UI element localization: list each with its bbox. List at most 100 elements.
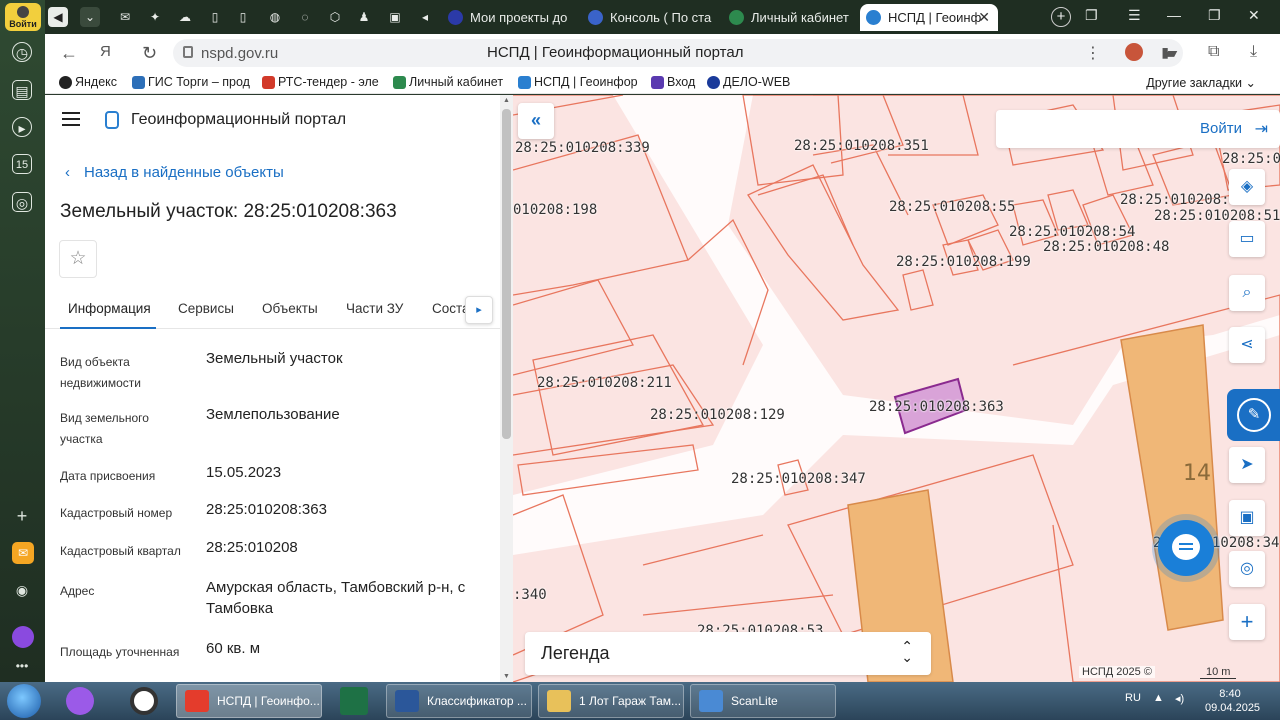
parcel-label[interactable]: :340 (513, 587, 547, 603)
language-indicator[interactable]: RU (1125, 692, 1141, 704)
reload-icon[interactable]: ↻ (142, 43, 157, 64)
mail-icon[interactable]: ✉ (12, 542, 34, 564)
locate-icon[interactable]: ◎ (1229, 551, 1265, 587)
favorite-star-icon[interactable]: ☆ (59, 240, 97, 278)
zoom-in-button[interactable]: + (1229, 604, 1265, 640)
tray-expand-icon[interactable]: ▲ (1153, 692, 1164, 704)
tabs-scroll-right-icon[interactable]: ▸ (465, 296, 493, 324)
parcel-label[interactable]: 28:25:01 (1222, 151, 1280, 167)
yandex-logo-icon[interactable]: Я (100, 43, 111, 60)
mail-tab-icon[interactable]: ✉ (115, 7, 135, 27)
parcel-label[interactable]: 28:25:010208:48 (1043, 239, 1169, 255)
picture-in-picture-icon[interactable]: ▣ (1229, 500, 1265, 536)
tab-parts[interactable]: Части ЗУ (346, 301, 403, 316)
profile-icon[interactable] (1125, 43, 1143, 61)
assistant-tab[interactable]: ✎ (1227, 389, 1280, 441)
legend-dropdown[interactable]: Легенда ⌃ ⌄ (525, 632, 931, 675)
panel-scrollbar[interactable]: ▲ ▼ (500, 95, 513, 682)
scrollbar-thumb[interactable] (502, 109, 511, 439)
more-vertical-icon[interactable]: ⋮ (1085, 43, 1101, 63)
parcel-label[interactable]: 28:25:010208:339 (515, 140, 650, 156)
tab-nspd[interactable]: НСПД | Геоинф ✕ (860, 4, 998, 31)
more-icon[interactable]: ••• (12, 656, 32, 676)
tab-cabinet[interactable]: Личный кабинет (723, 4, 858, 31)
sparkle-tab-icon[interactable]: ✦ (145, 7, 165, 27)
alice-taskbar-icon[interactable] (66, 687, 94, 715)
globe-tab-icon[interactable]: ◌ (295, 7, 315, 27)
volume-icon[interactable]: ◂) (1175, 692, 1184, 705)
alice-icon[interactable] (12, 626, 34, 648)
history-icon[interactable]: ◷ (12, 42, 32, 62)
taskbar-classifier[interactable]: Классификатор ... (386, 684, 532, 718)
layers-icon[interactable]: ◈ (1229, 169, 1265, 205)
restore-icon[interactable]: ❐ (1208, 7, 1221, 24)
clock[interactable]: 8:40 09.04.2025 (1205, 687, 1260, 715)
navigate-icon[interactable]: ➤ (1229, 447, 1265, 483)
target-tab-icon[interactable]: ◍ (265, 7, 285, 27)
parcel-label[interactable]: 28:25:010208:347 (731, 471, 866, 487)
login-avatar-button[interactable]: Войти (5, 3, 41, 31)
audio-tab-icon[interactable]: ◂ (415, 7, 435, 27)
bookmark-login[interactable]: Вход (651, 75, 695, 89)
bookmark-yandex[interactable]: Яндекс (59, 75, 117, 89)
bookmark-rts[interactable]: РТС-тендер - эле (262, 75, 379, 89)
parcel-label[interactable]: 28:25:010208:351 (794, 138, 929, 154)
map-login-button[interactable]: Войти ⇥ (996, 110, 1280, 148)
notes-icon[interactable]: ▤ (12, 80, 32, 100)
back-to-results-link[interactable]: ‹ Назад в найденные объекты (65, 164, 284, 181)
minimize-icon[interactable]: — (1167, 7, 1181, 23)
collapse-panel-button[interactable]: « (518, 103, 554, 139)
screenshot-icon[interactable]: ◎ (12, 192, 32, 212)
browser-menu-icon[interactable]: ☰ (1128, 7, 1141, 24)
close-tab-icon[interactable]: ✕ (978, 4, 990, 31)
bookmark-delo[interactable]: ДЕЛО-WEB (707, 75, 790, 89)
bookmark-nspd[interactable]: НСПД | Геоинфор (518, 75, 638, 89)
add-icon[interactable]: + (12, 506, 32, 526)
tab-services[interactable]: Сервисы (178, 301, 234, 316)
parcel-label-selected[interactable]: 28:25:010208:363 (869, 399, 1004, 415)
parcel-label[interactable]: 28:25:010208:211 (537, 375, 672, 391)
parcel-label[interactable]: 28:25:010208:4 (1120, 192, 1238, 208)
collections-icon[interactable]: ❐ (1085, 7, 1098, 24)
search-area-icon[interactable]: ⌕ (1229, 275, 1265, 311)
tab-objects[interactable]: Объекты (262, 301, 318, 316)
scroll-up-icon[interactable]: ▲ (503, 97, 510, 104)
taskbar-nspd[interactable]: НСПД | Геоинфо... (176, 684, 322, 718)
taskbar-scanlite[interactable]: ScanLite (690, 684, 836, 718)
clip-icon[interactable]: ⧉ (1208, 43, 1219, 61)
cloud-tab-icon[interactable]: ☁ (175, 7, 195, 27)
excel-taskbar-icon[interactable] (340, 687, 368, 715)
parcel-label[interactable]: 010208:198 (513, 202, 597, 218)
person-tab-icon[interactable]: ♟ (354, 7, 374, 27)
tab-projects[interactable]: Мои проекты до (442, 4, 577, 31)
parcel-label[interactable]: 28:25:010208:54 (1009, 224, 1135, 240)
close-window-icon[interactable]: ✕ (1248, 7, 1260, 24)
bookmark-gis[interactable]: ГИС Торги – прод (132, 75, 250, 89)
document-tab-icon-2[interactable]: ▯ (233, 7, 253, 27)
url-field[interactable]: nspd.gov.ru НСПД | Геоинформационный пор… (173, 39, 1183, 67)
download-icon[interactable]: ⤓ (1250, 43, 1257, 61)
bookmark-cabinet[interactable]: Личный кабинет (393, 75, 503, 89)
cadastral-map[interactable]: 28:25:010208:339 28:25:010208:351 010208… (513, 95, 1280, 682)
new-tab-button[interactable]: + (1051, 7, 1071, 27)
parcel-label[interactable]: 28:25:010208:129 (650, 407, 785, 423)
taskbar-folder[interactable]: 1 Лот Гараж Там... (538, 684, 684, 718)
messenger-icon[interactable]: ◉ (12, 580, 32, 600)
tabs-menu-chevron-down-icon[interactable]: ⌄ (80, 7, 100, 27)
extension-icon[interactable]: ▰ (1165, 43, 1177, 63)
tab-composition[interactable]: Состав (432, 301, 465, 316)
calendar-icon[interactable]: 15 (12, 154, 32, 174)
chat-button[interactable] (1158, 520, 1214, 576)
share-icon[interactable]: ⋖ (1229, 327, 1265, 363)
sound-icon[interactable]: ◀ (48, 7, 68, 27)
frame-tab-icon[interactable]: ▣ (385, 7, 405, 27)
cube-tab-icon[interactable]: ⬡ (325, 7, 345, 27)
ruler-icon[interactable]: ▭ (1229, 221, 1265, 257)
video-icon[interactable]: ▸ (12, 117, 32, 137)
parcel-label[interactable]: 28:25:010208:55 (889, 199, 1015, 215)
parcel-label[interactable]: 28:25:010208:199 (896, 254, 1031, 270)
chrome-like-taskbar-icon[interactable] (130, 687, 158, 715)
start-button[interactable] (7, 684, 41, 718)
tab-info[interactable]: Информация (68, 301, 151, 316)
document-tab-icon[interactable]: ▯ (205, 7, 225, 27)
